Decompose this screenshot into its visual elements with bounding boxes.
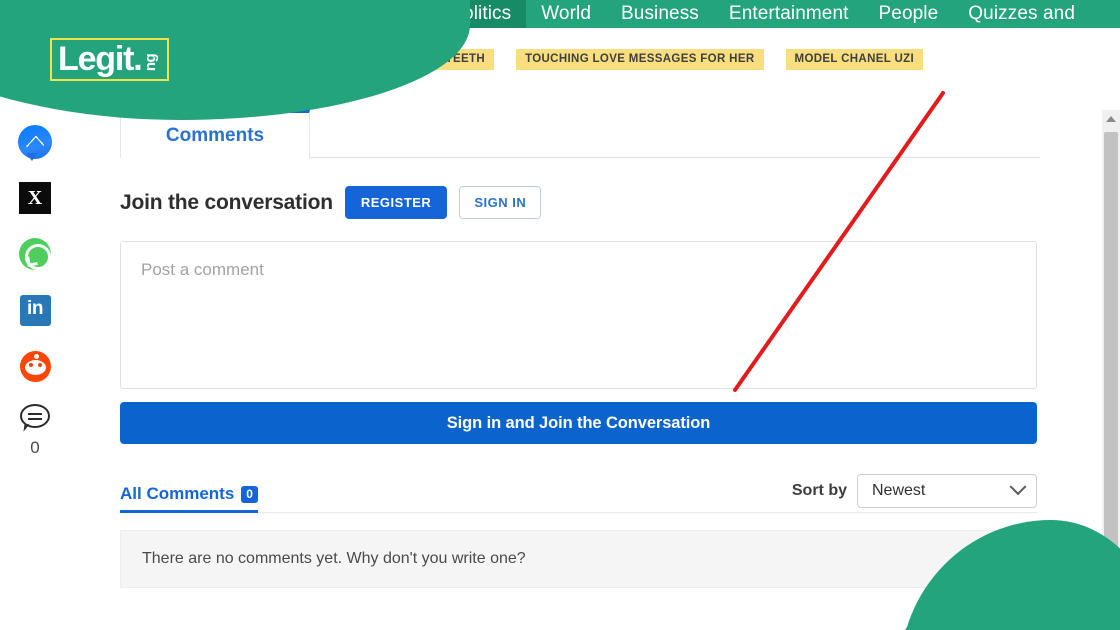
site-logo[interactable]: Legit. ng [50, 38, 169, 81]
linkedin-icon[interactable]: in [17, 292, 53, 328]
all-comments-label: All Comments [120, 484, 235, 503]
comment-count-value: 0 [30, 438, 40, 457]
tag-item[interactable]: TOUCHING LOVE MESSAGES FOR HER [516, 48, 764, 70]
signin-join-conversation-button[interactable]: Sign in and Join the Conversation [120, 402, 1037, 444]
logo-suffix: ng [142, 53, 160, 72]
comment-input[interactable]: Post a comment [120, 241, 1037, 389]
sort-select-value: Newest [872, 482, 926, 499]
scroll-up-arrow-icon[interactable] [1102, 110, 1120, 128]
comments-widget: Comments Join the conversation REGISTER … [120, 110, 1040, 588]
nav-item-business[interactable]: Business [606, 0, 714, 28]
join-conversation-row: Join the conversation REGISTER SIGN IN [120, 186, 1040, 219]
logo-text: Legit. [58, 40, 143, 78]
social-share-rail: X in 0 [14, 124, 56, 456]
whatsapp-icon[interactable] [17, 236, 53, 272]
all-comments-count-badge: 0 [241, 485, 258, 503]
chevron-down-icon [1009, 478, 1027, 496]
sort-select[interactable]: Newest [857, 474, 1037, 508]
linkedin-glyph: in [19, 294, 51, 326]
page-root: ng Nigeria Politics World Business Enter… [0, 0, 1120, 630]
tab-all-comments[interactable]: All Comments 0 [120, 484, 258, 513]
empty-comments-message: There are no comments yet. Why don't you… [120, 530, 1037, 588]
register-button[interactable]: REGISTER [344, 186, 448, 219]
comments-list-toolbar: All Comments 0 Sort by Newest [120, 474, 1037, 513]
join-title: Join the conversation [120, 190, 333, 214]
widget-tabstrip: Comments [120, 110, 1040, 159]
scrollbar-thumb[interactable] [1104, 132, 1118, 602]
nav-item-quizzes[interactable]: Quizzes and [953, 0, 1090, 28]
reddit-icon[interactable] [17, 348, 53, 384]
tag-item[interactable]: MODEL CHANEL UZI [785, 48, 924, 70]
sort-control: Sort by Newest [792, 474, 1037, 512]
x-twitter-icon[interactable]: X [17, 180, 53, 216]
nav-item-people[interactable]: People [864, 0, 954, 28]
messenger-icon[interactable] [17, 124, 53, 161]
comment-count-widget[interactable]: 0 [18, 404, 52, 456]
sort-by-label: Sort by [791, 482, 847, 499]
comment-icon [18, 404, 52, 434]
nav-item-world[interactable]: World [526, 0, 606, 28]
nav-item-entertainment[interactable]: Entertainment [714, 0, 864, 28]
signin-button[interactable]: SIGN IN [459, 186, 542, 219]
